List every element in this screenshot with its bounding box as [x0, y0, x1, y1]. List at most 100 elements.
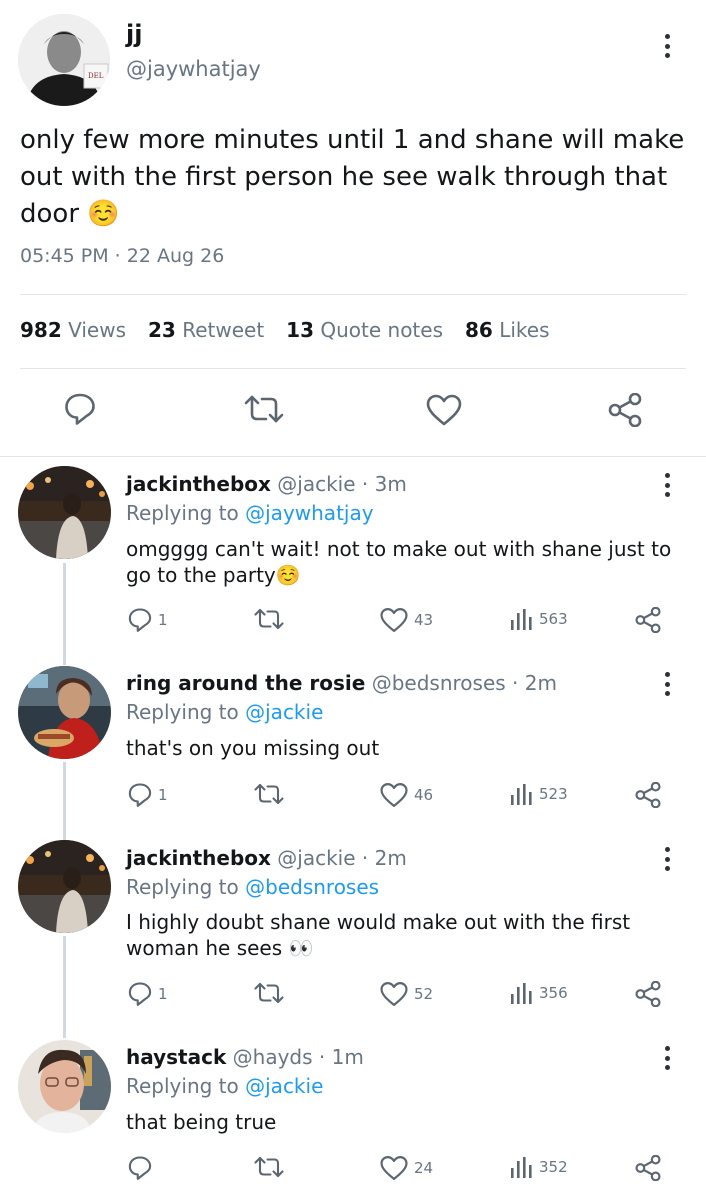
share-icon	[635, 782, 661, 808]
reply-header: jackinthebox @jackie · 2m	[126, 846, 407, 870]
reply-author-name[interactable]: jackinthebox	[126, 846, 271, 870]
like-count: 52	[414, 985, 434, 1003]
reply-action-bar: 1 43 563	[0, 607, 706, 637]
share-icon	[635, 1155, 661, 1181]
reply-time[interactable]: · 1m	[319, 1045, 364, 1069]
like-icon	[380, 1156, 408, 1180]
share-button[interactable]	[634, 782, 662, 808]
likes-stat[interactable]: 86 Likes	[465, 318, 550, 342]
svg-text:DEL: DEL	[88, 72, 104, 80]
views-button[interactable]: 563	[509, 607, 568, 631]
views-icon	[511, 784, 532, 805]
main-action-bar	[0, 392, 706, 432]
reply-author-handle[interactable]: @jackie	[277, 846, 355, 870]
reply-author-name[interactable]: ring around the rosie	[126, 671, 365, 695]
reply-icon	[128, 1156, 152, 1180]
reply-time[interactable]: · 2m	[512, 671, 557, 695]
like-button[interactable]: 52	[380, 981, 433, 1007]
retweet-icon	[254, 1156, 284, 1178]
main-more-icon[interactable]	[657, 31, 677, 61]
main-author-avatar[interactable]: DEL	[18, 14, 110, 106]
reply-header: jackinthebox @jackie · 3m	[126, 472, 407, 496]
views-button[interactable]: 352	[509, 1155, 568, 1179]
reply-button[interactable]: 1	[128, 607, 168, 633]
reply-author-name[interactable]: haystack	[126, 1045, 226, 1069]
reply-avatar[interactable]	[18, 840, 111, 933]
reply-author-name[interactable]: jackinthebox	[126, 472, 271, 496]
reply-header: haystack @hayds · 1m	[126, 1045, 364, 1069]
share-button[interactable]	[634, 1155, 662, 1181]
retweet-button[interactable]	[254, 607, 290, 631]
reply-text: I highly doubt shane would make out with…	[126, 910, 631, 960]
reply-text: omgggg can't wait! not to make out with …	[126, 537, 672, 587]
reply-author-handle[interactable]: @bedsnroses	[372, 671, 506, 695]
tweet-stats: 982 Views 23 Retweet 13 Quote notes 86 L…	[20, 318, 550, 342]
retweet-button[interactable]	[254, 782, 290, 806]
views-count: 356	[539, 984, 568, 1002]
reply-action-bar: 1 46 523	[0, 782, 706, 812]
reply-action-bar: 1 52 356	[0, 981, 706, 1011]
reply-icon	[128, 783, 152, 807]
replying-to: Replying to @jaywhatjay	[126, 501, 374, 525]
main-author-handle[interactable]: @jaywhatjay	[126, 57, 261, 81]
retweet-icon	[254, 982, 284, 1004]
reply-more-icon[interactable]	[657, 844, 677, 874]
reply-more-icon[interactable]	[657, 669, 677, 699]
quotes-stat[interactable]: 13 Quote notes	[286, 318, 443, 342]
replying-to-handle[interactable]: @jackie	[245, 700, 323, 724]
divider	[20, 294, 686, 295]
divider	[20, 368, 686, 369]
retweet-icon	[254, 608, 284, 630]
reply-avatar[interactable]	[18, 1040, 111, 1133]
reply-button[interactable]: 1	[128, 782, 168, 808]
share-button[interactable]	[634, 981, 662, 1007]
reply-time[interactable]: · 3m	[362, 472, 407, 496]
reply-button[interactable]	[128, 1155, 158, 1181]
replying-to-handle[interactable]: @jaywhatjay	[245, 501, 373, 525]
reply-button[interactable]: 1	[128, 981, 168, 1007]
reply-author-handle[interactable]: @hayds	[233, 1045, 313, 1069]
views-button[interactable]: 523	[509, 782, 568, 806]
like-count: 24	[414, 1159, 434, 1177]
like-count: 46	[414, 786, 434, 804]
reply-time[interactable]: · 2m	[362, 846, 407, 870]
divider	[0, 456, 706, 457]
like-button[interactable]: 46	[380, 782, 433, 808]
reply-icon	[128, 982, 152, 1006]
replying-to: Replying to @bedsnroses	[126, 875, 380, 899]
main-tweet-timestamp[interactable]: 05:45 PM · 22 Aug 26	[20, 245, 224, 267]
retweet-button[interactable]	[254, 1155, 290, 1179]
main-author-name[interactable]: jj	[126, 20, 142, 48]
reply-text: that's on you missing out	[126, 736, 380, 760]
share-icon[interactable]	[607, 392, 643, 431]
like-button[interactable]: 24	[380, 1155, 433, 1181]
reply-count: 1	[158, 985, 168, 1003]
reply-avatar[interactable]	[18, 466, 111, 559]
reply-header: ring around the rosie @bedsnroses · 2m	[126, 671, 557, 695]
reply-more-icon[interactable]	[657, 470, 677, 500]
like-icon[interactable]	[426, 394, 462, 430]
views-button[interactable]: 356	[509, 981, 568, 1005]
reply-avatar[interactable]	[18, 666, 111, 759]
replying-to: Replying to @jackie	[126, 700, 324, 724]
like-icon	[380, 783, 408, 807]
retweets-stat[interactable]: 23 Retweet	[148, 318, 264, 342]
reply-author-handle[interactable]: @jackie	[277, 472, 355, 496]
replying-to-handle[interactable]: @jackie	[245, 1074, 323, 1098]
reply-action-bar: 24 352	[0, 1155, 706, 1185]
retweet-icon	[254, 783, 284, 805]
share-icon	[635, 607, 661, 633]
replying-to-handle[interactable]: @bedsnroses	[245, 875, 379, 899]
share-button[interactable]	[634, 607, 662, 633]
reply-icon[interactable]	[64, 392, 96, 430]
reply-more-icon[interactable]	[657, 1043, 677, 1073]
like-button[interactable]: 43	[380, 607, 433, 633]
views-count: 563	[539, 610, 568, 628]
share-icon	[635, 981, 661, 1007]
views-icon	[511, 1157, 532, 1178]
retweet-button[interactable]	[254, 981, 290, 1005]
views-count: 352	[539, 1158, 568, 1176]
reply-text: that being true	[126, 1110, 277, 1134]
retweet-icon[interactable]	[244, 394, 284, 428]
views-stat[interactable]: 982 Views	[20, 318, 126, 342]
